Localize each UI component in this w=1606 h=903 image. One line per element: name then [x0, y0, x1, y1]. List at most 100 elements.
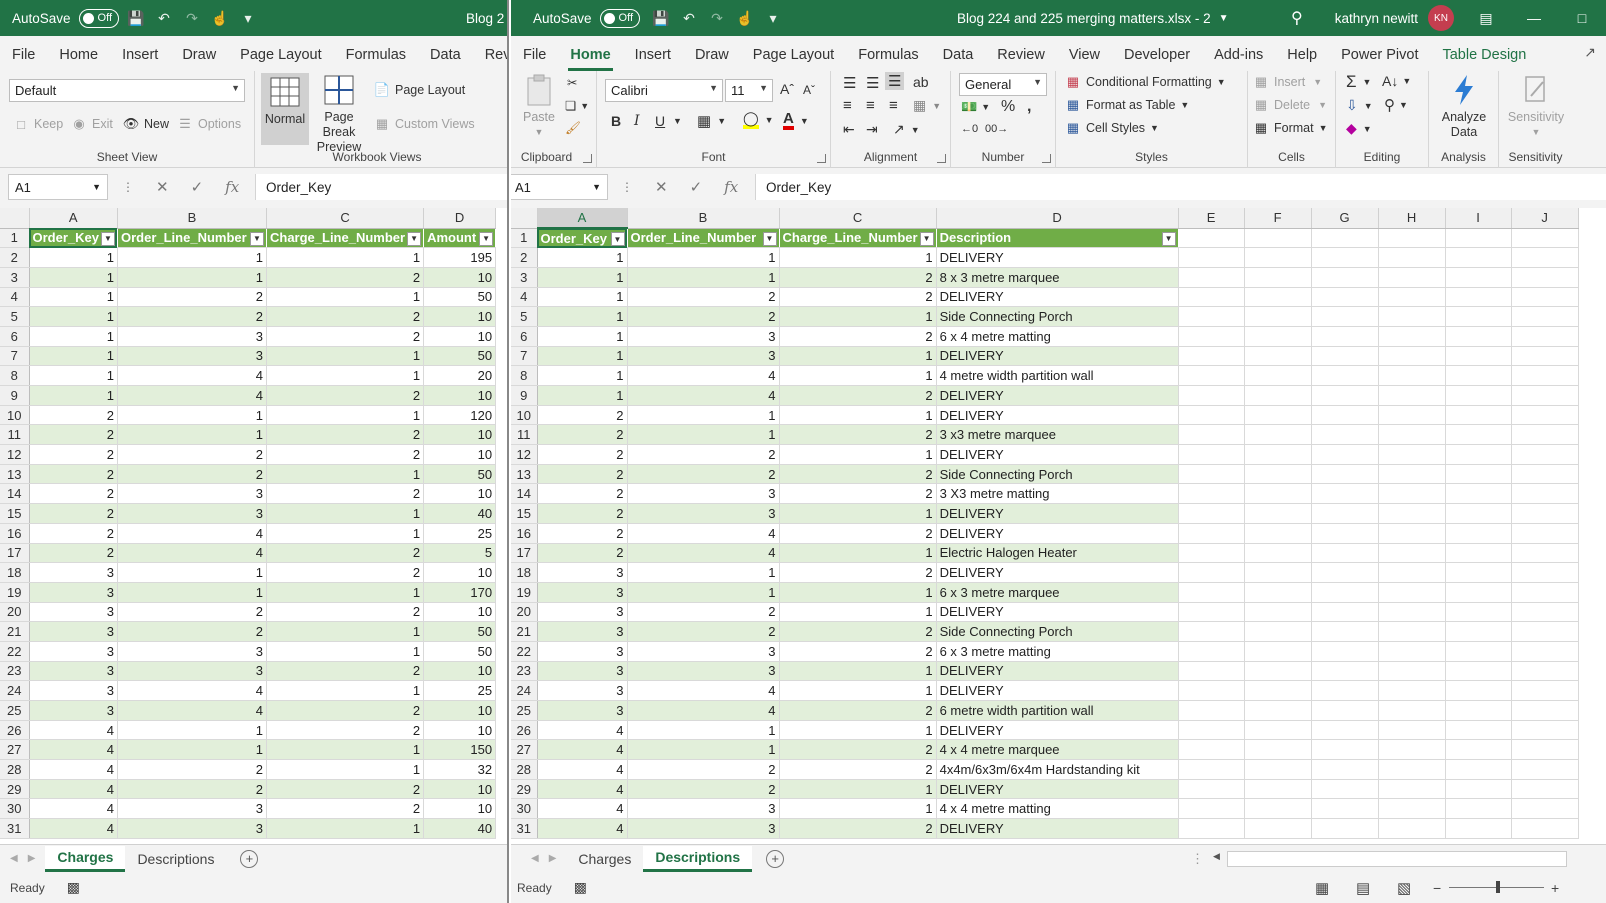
- empty-cell[interactable]: [1178, 661, 1245, 682]
- table-cell[interactable]: 1: [537, 306, 628, 327]
- table-cell[interactable]: 1: [266, 818, 425, 839]
- row-header[interactable]: 12: [511, 444, 538, 465]
- table-cell[interactable]: 2: [29, 503, 118, 524]
- menu-help[interactable]: Help: [1275, 47, 1329, 71]
- empty-cell[interactable]: [1311, 483, 1379, 505]
- menu-draw[interactable]: Draw: [683, 47, 741, 71]
- table-cell[interactable]: 2: [266, 326, 425, 347]
- empty-cell[interactable]: [1311, 287, 1379, 308]
- empty-cell[interactable]: [1378, 700, 1446, 721]
- empty-cell[interactable]: [1445, 365, 1512, 386]
- empty-cell[interactable]: [1378, 543, 1446, 564]
- zoom-in-icon[interactable]: +: [1551, 880, 1559, 896]
- column-header-d[interactable]: D: [936, 208, 1179, 229]
- empty-cell[interactable]: [1378, 759, 1446, 780]
- table-cell[interactable]: 4 metre width partition wall: [936, 365, 1179, 386]
- table-cell[interactable]: 2: [627, 287, 780, 308]
- row-header[interactable]: 21: [0, 621, 30, 642]
- row-header[interactable]: 31: [511, 818, 538, 839]
- empty-cell[interactable]: [1511, 326, 1579, 347]
- empty-cell[interactable]: [1311, 700, 1379, 721]
- table-cell[interactable]: 4: [117, 523, 267, 544]
- empty-cell[interactable]: [1378, 641, 1446, 662]
- row-header[interactable]: 25: [0, 700, 30, 721]
- row-header[interactable]: 13: [511, 464, 538, 485]
- empty-cell[interactable]: [1244, 385, 1312, 406]
- empty-cell[interactable]: [1378, 424, 1446, 446]
- table-cell[interactable]: 10: [423, 661, 497, 682]
- table-cell[interactable]: 8 x 3 metre marquee: [936, 267, 1179, 288]
- row-header[interactable]: 9: [0, 385, 30, 406]
- empty-cell[interactable]: [1244, 779, 1312, 800]
- row-header[interactable]: 30: [511, 798, 538, 820]
- table-cell[interactable]: DELIVERY: [936, 503, 1179, 524]
- empty-cell[interactable]: [1511, 306, 1579, 327]
- table-cell[interactable]: 2: [779, 326, 937, 347]
- new-sheet-icon[interactable]: +: [240, 849, 259, 868]
- empty-cell[interactable]: [1244, 405, 1312, 426]
- table-cell[interactable]: 10: [423, 700, 497, 721]
- table-cell[interactable]: 1: [266, 523, 425, 544]
- row-header[interactable]: 25: [511, 700, 538, 721]
- table-cell[interactable]: DELIVERY: [936, 818, 1179, 839]
- autosave-switch[interactable]: Off: [599, 8, 641, 28]
- table-cell[interactable]: 2: [29, 405, 118, 426]
- table-cell[interactable]: 3 X3 metre matting: [936, 483, 1179, 505]
- page-layout-view-icon[interactable]: ▤: [1356, 879, 1370, 897]
- dialog-launcher-icon[interactable]: [817, 154, 826, 163]
- empty-cell[interactable]: [1511, 680, 1579, 701]
- row-header[interactable]: 10: [511, 405, 538, 426]
- row-header[interactable]: 1: [511, 228, 538, 249]
- dialog-launcher-icon[interactable]: [937, 154, 946, 163]
- row-header[interactable]: 7: [0, 346, 30, 367]
- empty-cell[interactable]: [1378, 247, 1446, 268]
- decrease-decimal-icon[interactable]: 00→: [985, 123, 1008, 135]
- table-cell[interactable]: 4: [627, 385, 780, 406]
- new-view-button[interactable]: 👁 New: [122, 115, 169, 133]
- empty-cell[interactable]: [1378, 582, 1446, 603]
- table-cell[interactable]: 4x4m/6x3m/6x4m Hardstanding kit: [936, 759, 1179, 780]
- new-sheet-icon[interactable]: +: [766, 849, 785, 868]
- keep-button[interactable]: □ Keep: [12, 115, 63, 133]
- table-cell[interactable]: 1: [627, 562, 780, 583]
- empty-cell[interactable]: [1311, 759, 1379, 780]
- empty-cell[interactable]: [1378, 385, 1446, 406]
- table-cell[interactable]: 3: [29, 602, 118, 623]
- autosave-toggle[interactable]: AutoSave Off: [533, 8, 641, 28]
- table-cell[interactable]: 1: [266, 405, 425, 426]
- table-cell[interactable]: 2: [117, 602, 267, 623]
- table-header-cell[interactable]: Amount ▼: [423, 228, 497, 249]
- table-cell[interactable]: 4: [537, 739, 628, 761]
- empty-cell[interactable]: [1178, 228, 1245, 249]
- zoom-out-icon[interactable]: −: [1433, 880, 1441, 896]
- row-header[interactable]: 30: [0, 798, 30, 820]
- table-cell[interactable]: 4: [627, 543, 780, 564]
- cell-styles-button[interactable]: ▦ Cell Styles ▼: [1064, 119, 1159, 137]
- chevron-down-icon[interactable]: ▼: [673, 116, 682, 126]
- borders-icon[interactable]: ▦ ▼: [697, 112, 726, 130]
- table-cell[interactable]: 3: [627, 326, 780, 347]
- empty-cell[interactable]: [1244, 346, 1312, 367]
- table-cell[interactable]: 4: [537, 759, 628, 780]
- empty-cell[interactable]: [1378, 739, 1446, 761]
- column-header-h[interactable]: H: [1378, 208, 1446, 229]
- table-cell[interactable]: 3: [29, 641, 118, 662]
- empty-cell[interactable]: [1445, 405, 1512, 426]
- empty-cell[interactable]: [1311, 523, 1379, 544]
- table-cell[interactable]: 1: [627, 582, 780, 603]
- filter-dropdown-icon[interactable]: ▼: [610, 232, 625, 246]
- empty-cell[interactable]: [1311, 464, 1379, 485]
- table-cell[interactable]: 4: [29, 720, 118, 741]
- empty-cell[interactable]: [1511, 720, 1579, 741]
- table-cell[interactable]: 3: [537, 700, 628, 721]
- save-icon[interactable]: 💾: [650, 7, 672, 29]
- empty-cell[interactable]: [1311, 424, 1379, 446]
- table-cell[interactable]: 10: [423, 326, 497, 347]
- table-cell[interactable]: 2: [537, 444, 628, 465]
- table-cell[interactable]: DELIVERY: [936, 562, 1179, 583]
- table-cell[interactable]: 4: [117, 543, 267, 564]
- dialog-launcher-icon[interactable]: [583, 154, 592, 163]
- table-cell[interactable]: 40: [423, 818, 497, 839]
- table-cell[interactable]: 3: [537, 661, 628, 682]
- enter-icon[interactable]: ✓: [191, 178, 204, 196]
